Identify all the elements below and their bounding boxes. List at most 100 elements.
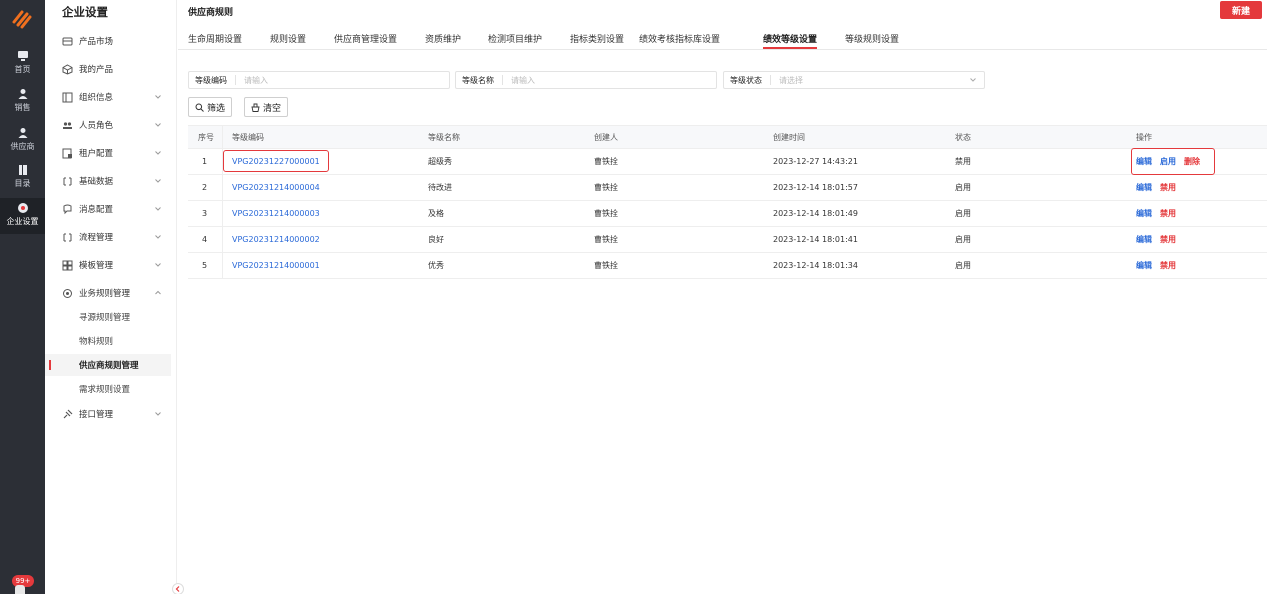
sidebar-subitem-sourcing-rules[interactable]: 寻源规则管理 (45, 306, 171, 328)
creator: 曹铁拴 (594, 209, 618, 218)
creator: 曹铁拴 (594, 183, 618, 192)
sidebar-item-label: 接口管理 (79, 410, 114, 420)
cube-icon (62, 63, 73, 75)
person-icon (18, 128, 27, 138)
row-actions: 编辑 启用 删除 (1136, 149, 1208, 174)
sidebar-item-base-data[interactable]: 基础数据 (45, 170, 176, 192)
people-icon (63, 121, 72, 129)
grade-code-link[interactable]: VPG20231227000001 (232, 149, 320, 174)
app-rail: 首页 销售 供应商 目录 企业设置 99+ (0, 0, 45, 594)
status-text: 启用 (955, 209, 971, 218)
row-actions: 编辑 禁用 (1136, 227, 1184, 252)
rail-item-home[interactable]: 首页 (0, 46, 45, 82)
created-time: 2023-12-14 18:01:34 (773, 261, 858, 270)
row-index: 3 (202, 209, 208, 218)
sidebar-item-business-rules[interactable]: 业务规则管理 (45, 282, 176, 304)
tab-inspection-items[interactable]: 检测项目维护 (488, 32, 542, 45)
tenant-icon (62, 148, 72, 158)
org-icon (62, 92, 73, 102)
grade-code-input[interactable] (244, 75, 404, 85)
rail-item-supplier[interactable]: 供应商 (0, 123, 45, 159)
new-button[interactable]: 新建 (1220, 1, 1262, 19)
table-row: 5 VPG20231214000001 优秀 曹铁拴 2023-12-14 18… (188, 253, 1267, 279)
sidebar-item-tenant-config[interactable]: 租户配置 (45, 142, 176, 164)
sidebar-item-label: 流程管理 (79, 233, 114, 243)
grade-name-label: 等级名称 (462, 75, 494, 85)
sidebar-subitem-material-rules[interactable]: 物料规则 (45, 330, 171, 352)
clear-button[interactable]: 清空 (244, 97, 289, 117)
tab-grade-rule-settings[interactable]: 等级规则设置 (845, 32, 899, 45)
gear-icon (17, 203, 28, 213)
rule-gear-icon (63, 288, 72, 298)
tab-supplier-management-settings[interactable]: 供应商管理设置 (334, 32, 397, 45)
rail-item-sales[interactable]: 销售 (0, 84, 45, 120)
sidebar-item-template-management[interactable]: 模板管理 (45, 254, 176, 276)
sidebar-item-org-info[interactable]: 组织信息 (45, 86, 176, 108)
sidebar-item-people-roles[interactable]: 人员角色 (45, 114, 176, 136)
status-text: 启用 (955, 261, 971, 270)
row-index: 1 (202, 157, 208, 166)
sidebar-item-api-management[interactable]: 接口管理 (45, 403, 176, 425)
sidebar-item-product-market[interactable]: 产品市场 (45, 30, 176, 52)
grade-code-link[interactable]: VPG20231214000004 (232, 175, 320, 200)
created-time: 2023-12-14 18:01:49 (773, 209, 858, 218)
disable-link[interactable]: 禁用 (1160, 182, 1176, 193)
chevron-down-icon (155, 123, 161, 127)
table-header: 序号 等级编码 等级名称 创建人 创建时间 状态 操作 (188, 125, 1267, 149)
tab-kpi-library[interactable]: 绩效考核指标库设置 (639, 32, 720, 45)
chevron-down-icon (155, 95, 161, 99)
grade-code-link[interactable]: VPG20231214000003 (232, 201, 320, 226)
column-header: 创建人 (594, 132, 618, 142)
delete-link[interactable]: 删除 (1184, 156, 1200, 167)
filter-button-label: 筛选 (207, 102, 226, 113)
grade-code-label: 等级编码 (195, 75, 227, 85)
status-text: 启用 (955, 235, 971, 244)
tab-qualification-maintenance[interactable]: 资质维护 (425, 32, 461, 45)
disable-link[interactable]: 禁用 (1160, 234, 1176, 245)
sidebar-subitem-demand-rules[interactable]: 需求规则设置 (45, 378, 171, 400)
user-avatar[interactable] (15, 585, 25, 594)
rail-item-enterprise-settings[interactable]: 企业设置 (0, 198, 45, 234)
column-header: 序号 (198, 132, 214, 142)
edit-link[interactable]: 编辑 (1136, 156, 1152, 167)
tab-performance-grade-settings[interactable]: 绩效等级设置 (763, 32, 818, 49)
brand-logo-icon (12, 10, 32, 29)
chevron-down-icon (155, 263, 161, 267)
edit-link[interactable]: 编辑 (1136, 234, 1152, 245)
disable-link[interactable]: 禁用 (1160, 208, 1176, 219)
chevron-down-icon (970, 78, 976, 82)
tab-lifecycle-settings[interactable]: 生命周期设置 (188, 32, 242, 45)
row-actions: 编辑 禁用 (1136, 253, 1184, 278)
app-root: 首页 销售 供应商 目录 企业设置 99+ 企业设置 产品市场 我的产品 组织信… (0, 0, 1267, 594)
chevron-down-icon (155, 207, 161, 211)
sidebar-item-flow-management[interactable]: 流程管理 (45, 226, 176, 248)
grade-code-filter: 等级编码 (188, 71, 450, 89)
grade-status-filter[interactable]: 等级状态 (723, 71, 985, 89)
filter-divider (235, 75, 236, 85)
sidebar-item-label: 人员角色 (79, 121, 114, 131)
tab-indicator-categories[interactable]: 指标类别设置 (570, 32, 624, 45)
grade-name-input[interactable] (511, 75, 671, 85)
column-header: 状态 (955, 132, 971, 142)
grade-code-link[interactable]: VPG20231214000002 (232, 227, 320, 252)
chevron-down-icon (155, 235, 161, 239)
tab-rule-settings[interactable]: 规则设置 (270, 32, 306, 45)
rail-item-catalog[interactable]: 目录 (0, 160, 45, 196)
creator: 曹铁拴 (594, 157, 618, 166)
table-row: 2 VPG20231214000004 待改进 曹铁拴 2023-12-14 1… (188, 175, 1267, 201)
column-header: 等级名称 (428, 132, 460, 142)
edit-link[interactable]: 编辑 (1136, 182, 1152, 193)
enable-link[interactable]: 启用 (1160, 156, 1176, 167)
column-header: 创建时间 (773, 132, 805, 142)
sidebar-item-my-products[interactable]: 我的产品 (45, 58, 176, 80)
sidebar-subitem-supplier-rules[interactable]: 供应商规则管理 (45, 354, 171, 376)
clear-icon (251, 103, 260, 112)
sidebar-item-message-config[interactable]: 消息配置 (45, 198, 176, 220)
filter-button[interactable]: 筛选 (188, 97, 233, 117)
disable-link[interactable]: 禁用 (1160, 260, 1176, 271)
edit-link[interactable]: 编辑 (1136, 208, 1152, 219)
main-content: 供应商规则 新建 生命周期设置 规则设置 供应商管理设置 资质维护 检测项目维护… (178, 0, 1267, 594)
edit-link[interactable]: 编辑 (1136, 260, 1152, 271)
grade-status-select[interactable] (779, 75, 939, 85)
grade-code-link[interactable]: VPG20231214000001 (232, 253, 320, 278)
